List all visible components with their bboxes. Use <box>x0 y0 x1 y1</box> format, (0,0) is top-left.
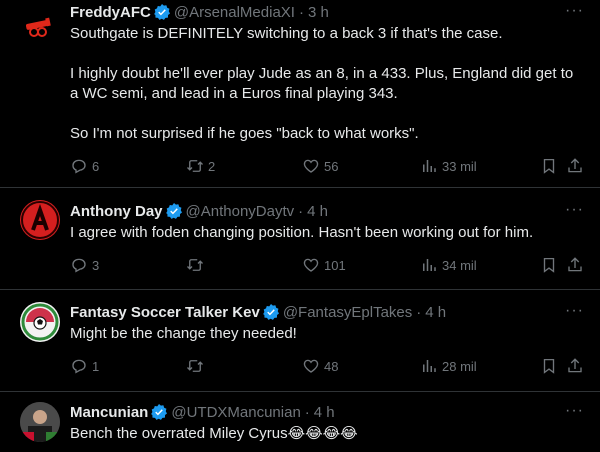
verified-badge-icon <box>262 304 279 320</box>
verified-badge-icon <box>153 4 170 20</box>
tweet-header: Fantasy Soccer Talker Kev @FantasyEplTak… <box>70 302 584 322</box>
bookmark-icon <box>543 358 555 374</box>
bookmark-button[interactable] <box>540 255 558 275</box>
tweet-actions: 1 48 28 mil <box>70 356 584 376</box>
reply-icon <box>72 359 86 374</box>
reply-icon <box>72 159 86 174</box>
heart-icon <box>303 159 319 173</box>
repost-count: 2 <box>208 158 216 174</box>
views-chart-icon <box>423 160 436 172</box>
tweet-card[interactable]: Fantasy Soccer Talker Kev @FantasyEplTak… <box>0 290 600 392</box>
timestamp[interactable]: 4 h <box>425 304 446 321</box>
tweet-header: Anthony Day @AnthonyDaytv · 4 h <box>70 201 584 221</box>
separator-dot: · <box>304 403 310 421</box>
tweet-header: FreddyAFC @ArsenalMediaXI · 3 h <box>70 2 584 22</box>
display-name[interactable]: FreddyAFC <box>70 4 151 21</box>
tweet-text: Southgate is DEFINITELY switching to a b… <box>70 25 574 142</box>
bookmark-icon <box>543 158 555 174</box>
repost-icon <box>187 360 203 372</box>
like-count: 48 <box>324 358 339 374</box>
bookmark-button[interactable] <box>540 156 558 176</box>
like-button[interactable]: 48 <box>302 356 338 376</box>
views-count: 34 mil <box>442 257 477 273</box>
reply-count: 3 <box>92 257 100 273</box>
bookmark-icon <box>543 257 555 273</box>
tweet-actions: 6 2 56 33 mil <box>70 156 584 176</box>
share-button[interactable] <box>566 356 584 376</box>
handle[interactable]: @AnthonyDaytv <box>186 203 295 220</box>
like-count: 101 <box>324 257 346 273</box>
reply-button[interactable]: 3 <box>70 255 99 275</box>
separator-dot: · <box>298 202 304 220</box>
share-icon <box>568 358 582 373</box>
like-count: 56 <box>324 158 339 174</box>
more-options-icon[interactable]: ··· <box>565 402 584 420</box>
photo-avatar <box>20 402 60 442</box>
share-button[interactable] <box>566 255 584 275</box>
repost-button[interactable]: 2 <box>186 156 215 176</box>
share-icon <box>568 257 582 272</box>
handle[interactable]: @ArsenalMediaXI <box>174 4 295 21</box>
avatar[interactable] <box>20 302 60 342</box>
views-count: 28 mil <box>442 358 477 374</box>
tweet-card[interactable]: Anthony Day @AnthonyDaytv · 4 h ··· I ag… <box>0 188 600 290</box>
reply-count: 6 <box>92 158 100 174</box>
tweet-header: Mancunian @UTDXMancunian · 4 h <box>70 402 584 422</box>
avatar[interactable] <box>20 8 60 48</box>
display-name[interactable]: Fantasy Soccer Talker Kev <box>70 304 260 321</box>
repost-button[interactable] <box>186 255 208 275</box>
verified-badge-icon <box>165 203 182 219</box>
tweet-card[interactable]: FreddyAFC @ArsenalMediaXI · 3 h ··· Sout… <box>0 0 600 188</box>
separator-dot: · <box>298 3 304 21</box>
views-count: 33 mil <box>442 158 477 174</box>
handle[interactable]: @FantasyEplTakes <box>283 304 412 321</box>
tweet-actions: 3 101 34 mil <box>70 255 584 275</box>
letter-a-logo <box>21 201 59 239</box>
soccer-ball-logo <box>21 303 59 341</box>
tweet-text: I agree with foden changing position. Ha… <box>70 224 534 241</box>
display-name[interactable]: Mancunian <box>70 404 148 421</box>
tweet-text: Might be the change they needed! <box>70 325 297 342</box>
handle[interactable]: @UTDXMancunian <box>171 404 300 421</box>
views-chart-icon <box>423 259 436 271</box>
share-icon <box>568 158 582 173</box>
like-button[interactable]: 101 <box>302 255 346 275</box>
like-button[interactable]: 56 <box>302 156 338 176</box>
tweet-text: Bench the overrated Miley Cyrus😂😂😂😂 <box>70 425 358 442</box>
views-chart-icon <box>423 360 436 372</box>
more-options-icon[interactable]: ··· <box>565 302 584 320</box>
views-button[interactable]: 33 mil <box>420 156 477 176</box>
avatar[interactable] <box>20 200 60 240</box>
repost-icon <box>187 259 203 271</box>
heart-icon <box>303 258 319 272</box>
display-name[interactable]: Anthony Day <box>70 203 163 220</box>
separator-dot: · <box>416 303 422 321</box>
more-options-icon[interactable]: ··· <box>565 201 584 219</box>
repost-button[interactable] <box>186 356 208 376</box>
views-button[interactable]: 28 mil <box>420 356 477 376</box>
repost-icon <box>187 160 203 172</box>
views-button[interactable]: 34 mil <box>420 255 477 275</box>
timestamp[interactable]: 4 h <box>307 203 328 220</box>
bookmark-button[interactable] <box>540 356 558 376</box>
avatar[interactable] <box>20 402 60 442</box>
reply-button[interactable]: 6 <box>70 156 99 176</box>
timestamp[interactable]: 4 h <box>314 404 335 421</box>
verified-badge-icon <box>151 404 168 420</box>
cannon-icon <box>25 17 51 37</box>
tweet-card[interactable]: Mancunian @UTDXMancunian · 4 h ··· Bench… <box>0 392 600 452</box>
more-options-icon[interactable]: ··· <box>565 2 584 20</box>
heart-icon <box>303 359 319 373</box>
reply-button[interactable]: 1 <box>70 356 99 376</box>
timestamp[interactable]: 3 h <box>308 4 329 21</box>
reply-icon <box>72 258 86 273</box>
reply-count: 1 <box>92 358 100 374</box>
share-button[interactable] <box>566 156 584 176</box>
